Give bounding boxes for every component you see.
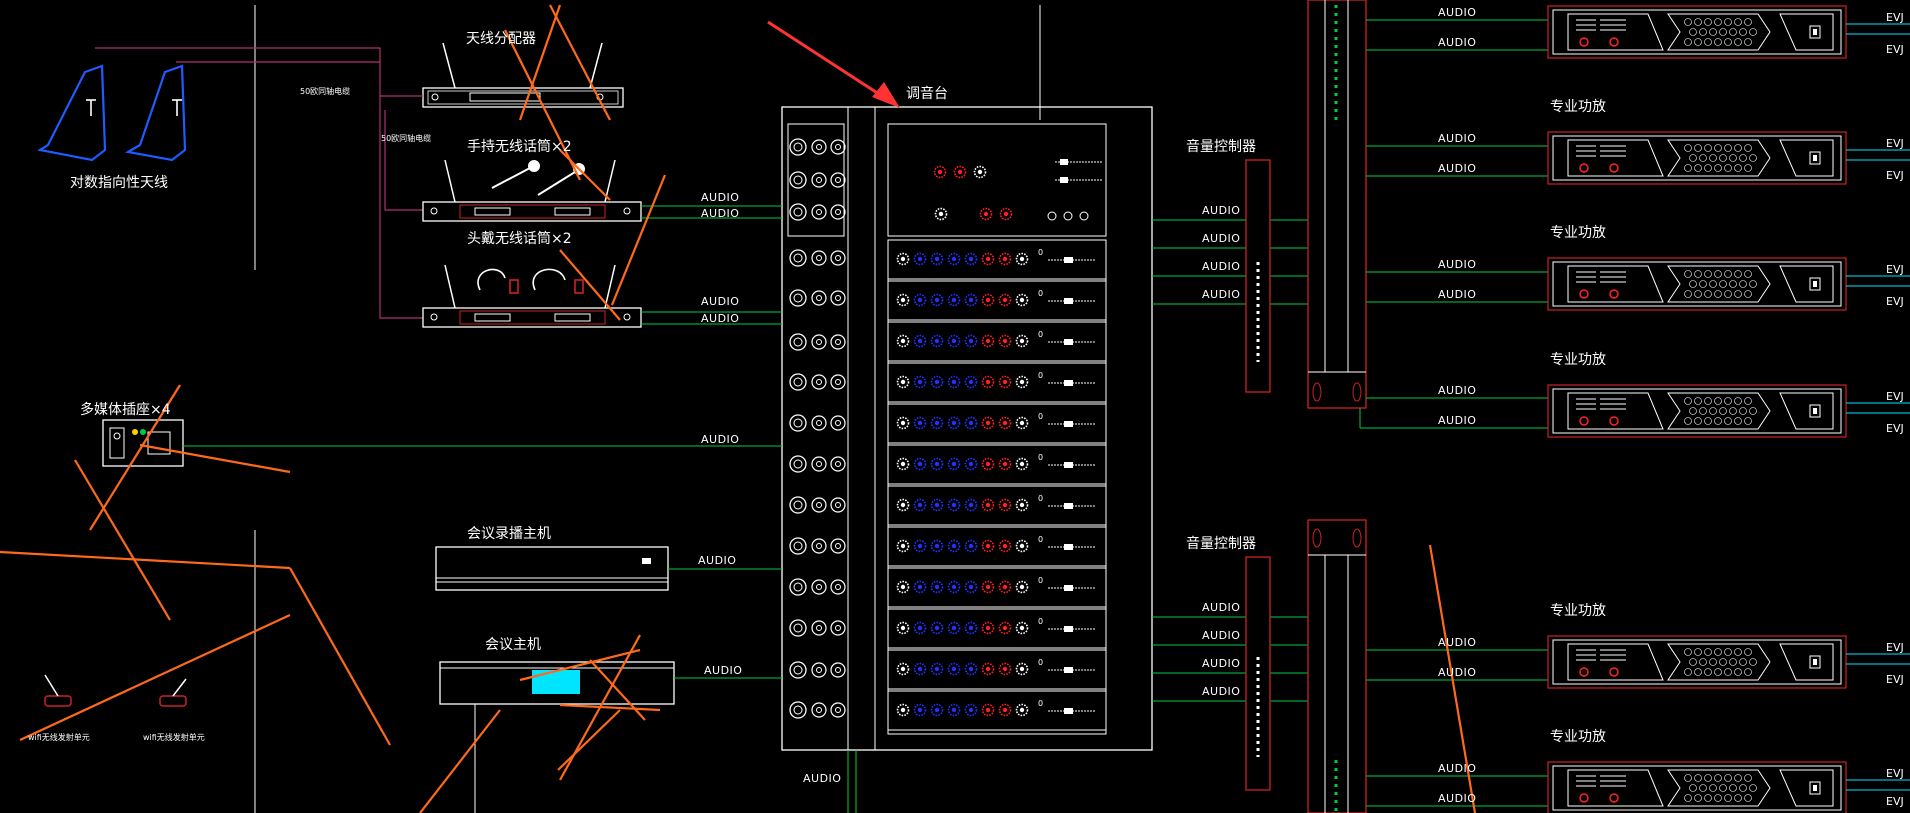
headset-label: 头戴无线话筒×2 [467,231,572,247]
audio-label: AUDIO [1438,6,1477,19]
mixer-label: 调音台 [906,86,948,102]
signal-lines-in [183,205,857,813]
speaker-label: EVJ [1886,641,1904,654]
speaker-label: EVJ [1886,390,1904,403]
splitter-label: 天线分配器 [466,31,536,47]
handheld-label: 手持无线话筒×2 [467,139,572,155]
audio-label: AUDIO [1202,204,1241,217]
audio-label: AUDIO [704,664,743,677]
conference-label: 会议主机 [485,637,541,653]
amp-label: 专业功放 [1550,603,1606,619]
speaker-label: EVJ [1886,137,1904,150]
audio-label: AUDIO [701,295,740,308]
audio-label: AUDIO [1438,36,1477,49]
mixer-input-jacks [789,138,846,719]
audio-label: AUDIO [1438,762,1477,775]
volume-controller [1245,159,1271,393]
wifi-label: wifi无线发射单元 [28,733,90,742]
headset-mic-icon [477,268,584,294]
amplifier [1547,5,1847,59]
audio-label: AUDIO [1438,666,1477,679]
audio-label: AUDIO [1438,132,1477,145]
speaker-label: EVJ [1886,295,1904,308]
recorder-unit [435,546,669,591]
audio-label: AUDIO [1202,288,1241,301]
audio-label: AUDIO [1438,288,1477,301]
speaker-label: EVJ [1886,43,1904,56]
speaker-label: EVJ [1886,767,1904,780]
markup-strokes [0,4,1477,813]
audio-label: AUDIO [1202,629,1241,642]
equipment-rack [1307,519,1367,813]
audio-label: AUDIO [1202,260,1241,273]
audio-label: AUDIO [1202,232,1241,245]
mixer [781,106,1153,751]
multimedia-label: 多媒体插座×4 [80,402,171,418]
antenna-icon [37,64,187,162]
mixer-master-controls [933,159,1102,221]
audio-label: AUDIO [803,772,842,785]
speaker-label: EVJ [1886,11,1904,24]
audio-label: AUDIO [701,207,740,220]
audio-label: AUDIO [701,433,740,446]
amp-label: 专业功放 [1550,352,1606,368]
audio-label: AUDIO [701,191,740,204]
volume-controller-label: 音量控制器 [1186,536,1256,552]
headset-receiver [422,264,642,328]
antenna-label: 对数指向性天线 [70,175,168,191]
amplifier [1547,761,1847,813]
mixer-channel-strips [888,240,1106,730]
handheld-mic-icon [491,160,585,196]
recorder-label: 会议录播主机 [467,526,551,542]
audio-label: AUDIO [1438,384,1477,397]
audio-label: AUDIO [1438,258,1477,271]
audio-label: AUDIO [1438,414,1477,427]
coax-cable [379,95,423,319]
cable-label: 50欧同轴电缆 [300,87,351,96]
amp-label: 专业功放 [1550,729,1606,745]
audio-label: AUDIO [1438,792,1477,805]
audio-label: AUDIO [698,554,737,567]
speaker-label: EVJ [1886,169,1904,182]
speaker-label: EVJ [1886,422,1904,435]
wifi-label: wifi无线发射单元 [143,733,205,742]
speaker-label: EVJ [1886,263,1904,276]
wifi-unit-icon [44,674,187,707]
audio-label: AUDIO [701,312,740,325]
arrow-icon [767,20,900,108]
speaker-label: EVJ [1886,673,1904,686]
audio-label: AUDIO [1202,685,1241,698]
audio-label: AUDIO [1438,636,1477,649]
audio-label: AUDIO [1202,601,1241,614]
equipment-rack [1307,0,1367,409]
amplifier [1547,384,1847,438]
amplifier [1547,257,1847,311]
amp-label: 专业功放 [1550,225,1606,241]
volume-controller-label: 音量控制器 [1186,139,1256,155]
antenna-splitter [422,42,624,108]
antenna-label-icon [86,99,182,116]
amplifier [1547,635,1847,689]
amp-label: 专业功放 [1550,99,1606,115]
conference-host [439,661,675,813]
audio-label: AUDIO [1438,162,1477,175]
audio-label: AUDIO [1202,657,1241,670]
amplifier [1547,131,1847,185]
system-diagram: 0 [0,0,1910,813]
cable-label: 50欧同轴电缆 [381,134,432,143]
speaker-label: EVJ [1886,795,1904,808]
volume-controller [1245,556,1271,791]
